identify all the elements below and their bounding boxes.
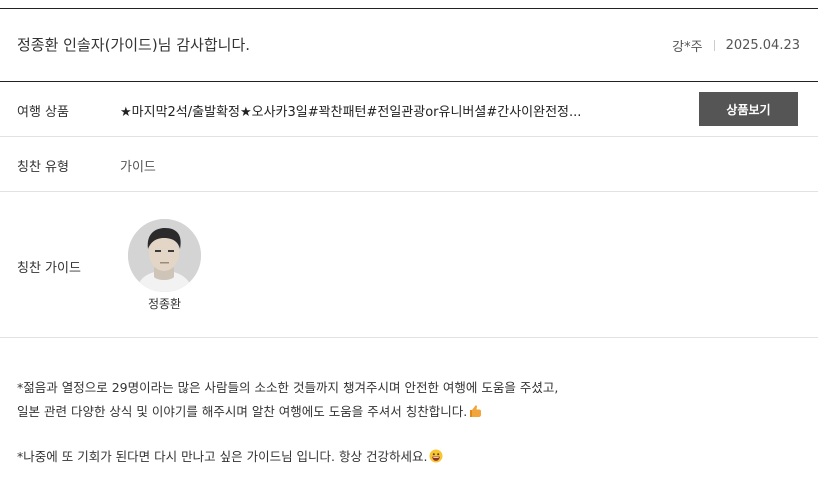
- row-divider: [0, 337, 818, 338]
- product-value[interactable]: ★마지막2석/출발확정★오사카3일#꽉찬패턴#전일관광or유니버셜#간사이완전정…: [120, 101, 581, 120]
- author-name: 강*주: [672, 40, 703, 55]
- review-content-text: 일본 관련 다양한 상식 및 이야기를 해주시며 알찬 여행에도 도움을 주셔서…: [17, 404, 468, 419]
- praise-type-value: 가이드: [120, 160, 156, 175]
- view-product-button[interactable]: 상품보기: [699, 92, 798, 126]
- review-content-line: *젊음과 열정으로 29명이라는 많은 사람들의 소소한 것들까지 챙겨주시며 …: [17, 380, 559, 395]
- review-content-text: *나중에 또 기회가 된다면 다시 만나고 싶은 가이드님 입니다. 항상 건강…: [17, 449, 428, 464]
- product-label: 여행 상품: [17, 105, 69, 120]
- top-border: [0, 8, 818, 9]
- review-content-line: 일본 관련 다양한 상식 및 이야기를 해주시며 알찬 여행에도 도움을 주셔서…: [17, 401, 482, 421]
- review-title: 정종환 인솔자(가이드)님 감사합니다.: [17, 36, 251, 54]
- header-border: [0, 81, 818, 82]
- guide-name: 정종환: [147, 297, 182, 311]
- review-date: 2025.04.23: [725, 38, 800, 53]
- praise-guide-label: 칭찬 가이드: [17, 261, 81, 276]
- review-content-line: *나중에 또 기회가 된다면 다시 만나고 싶은 가이드님 입니다. 항상 건강…: [17, 446, 443, 466]
- grinning-face-icon: [429, 449, 443, 466]
- thumbs-up-icon: [469, 404, 482, 421]
- praise-type-label: 칭찬 유형: [17, 160, 69, 175]
- review-meta: 강*주 2025.04.23: [672, 36, 800, 55]
- meta-divider: [713, 40, 715, 51]
- guide-photo-icon: [128, 219, 201, 292]
- row-divider: [0, 191, 818, 192]
- row-divider: [0, 136, 818, 137]
- guide-avatar: [128, 219, 201, 292]
